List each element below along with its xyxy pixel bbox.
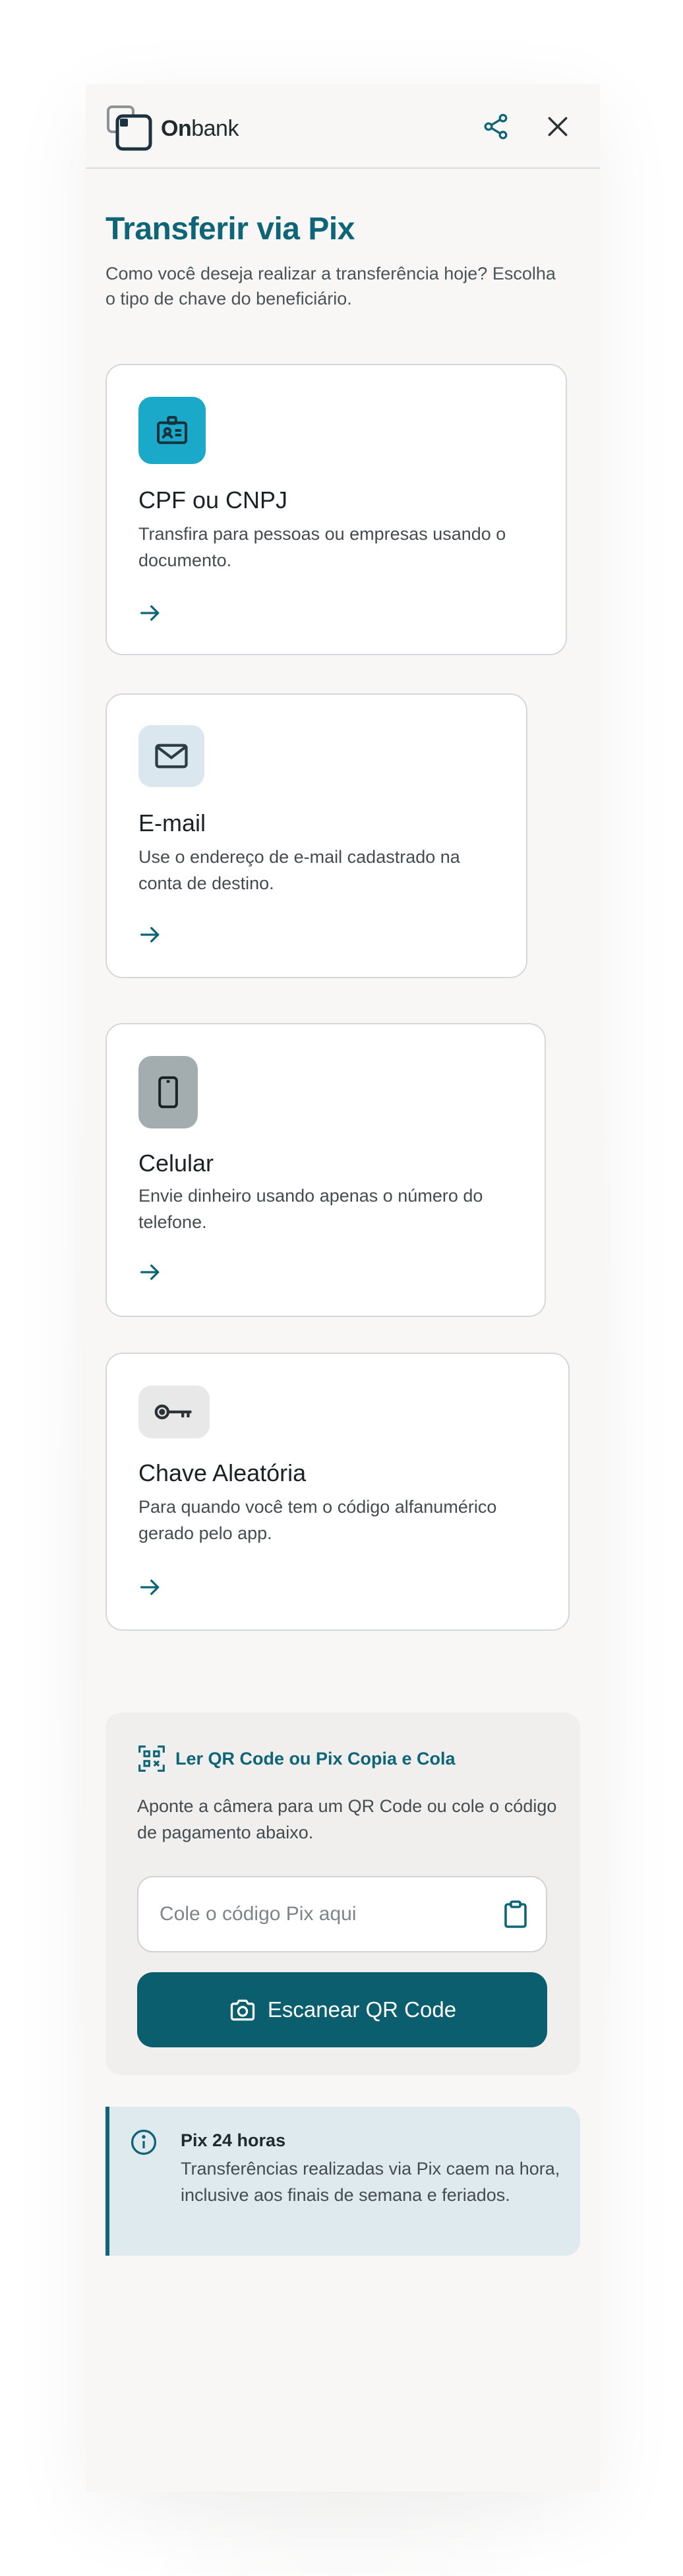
option-icon-container: [138, 1056, 198, 1128]
option-description: Transfira para pessoas ou empresas usand…: [138, 524, 506, 570]
option-icon-container: [138, 1386, 210, 1438]
share-icon: [484, 113, 508, 140]
option-description: Envie dinheiro usando apenas o número do…: [138, 1186, 483, 1232]
option-card-email[interactable]: E-mail Use o endereço de e-mail cadastra…: [105, 693, 527, 978]
pix-code-field: [137, 1876, 547, 1952]
option-description: Para quando você tem o código alfanuméri…: [138, 1497, 497, 1543]
key-icon: [154, 1404, 192, 1420]
option-icon-container: [138, 397, 206, 464]
arrow-right-icon: [140, 1264, 160, 1280]
id-badge-icon: [157, 416, 187, 444]
app-screen: Onbank Transferir via Pix Como você dese…: [86, 84, 600, 2492]
arrow-right-icon: [140, 605, 160, 621]
pix-code-input[interactable]: [160, 1877, 476, 1951]
info-title: Pix 24 horas: [181, 2130, 286, 2150]
close-button[interactable]: [539, 108, 576, 145]
camera-icon: [230, 1999, 255, 2021]
close-icon: [548, 117, 568, 136]
arrow-right-icon: [140, 1579, 160, 1595]
option-card-random-key[interactable]: Chave Aleatória Para quando você tem o c…: [105, 1353, 570, 1631]
option-title: CPF ou CNPJ: [138, 486, 288, 513]
scan-qr-button[interactable]: Escanear QR Code: [137, 1972, 547, 2047]
phone-icon: [158, 1076, 178, 1109]
option-card-phone[interactable]: Celular Envie dinheiro usando apenas o n…: [105, 1023, 546, 1317]
page-background: Onbank Transferir via Pix Como você dese…: [0, 0, 683, 2576]
option-title: E-mail: [138, 809, 206, 836]
arrow-right-icon: [140, 927, 160, 943]
option-icon-container: [138, 725, 204, 787]
info-text: Transferências realizadas via Pix caem n…: [181, 2159, 560, 2205]
pix-info-notice: Pix 24 horas Transferências realizadas v…: [105, 2107, 580, 2256]
qr-description: Aponte a câmera para um QR Code ou cole …: [137, 1796, 557, 1842]
scan-qr-label: Escanear QR Code: [267, 1997, 457, 2022]
page-subtitle: Como você deseja realizar a transferênci…: [105, 264, 556, 308]
logo-icon: [107, 105, 152, 151]
option-description: Use o endereço de e-mail cadastrado na c…: [138, 847, 460, 893]
mail-icon: [155, 744, 188, 769]
qr-code-section: Ler QR Code ou Pix Copia e Cola Aponte a…: [105, 1712, 580, 2075]
page-title: Transferir via Pix: [105, 212, 355, 247]
option-title: Chave Aleatória: [138, 1459, 307, 1486]
qr-code-icon: [138, 1745, 165, 1772]
clipboard-icon[interactable]: [500, 1898, 531, 1930]
read-qr-link[interactable]: Ler QR Code ou Pix Copia e Cola: [137, 1744, 456, 1773]
read-qr-label: Ler QR Code ou Pix Copia e Cola: [175, 1748, 456, 1769]
top-bar: Onbank: [86, 84, 600, 169]
brand-name: Onbank: [161, 116, 239, 141]
share-button[interactable]: [477, 108, 514, 145]
option-card-cpf-cnpj[interactable]: CPF ou CNPJ Transfira para pessoas ou em…: [105, 364, 567, 655]
info-icon: [131, 2129, 157, 2155]
option-title: Celular: [138, 1150, 214, 1177]
